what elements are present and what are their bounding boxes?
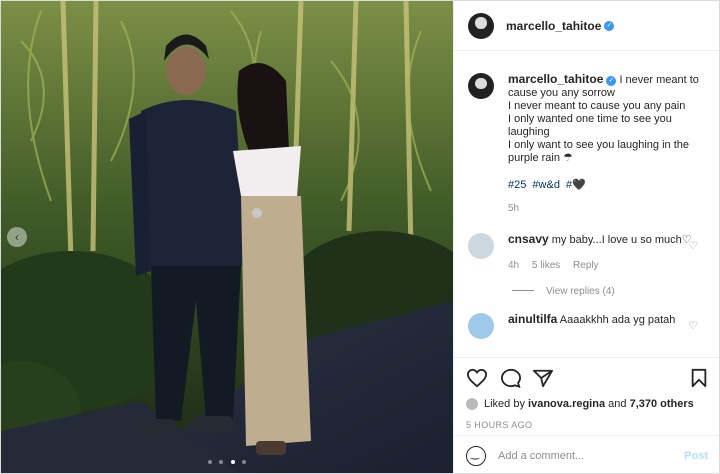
comment-item: cnsavy my baby...I love u so much♡ 4h 5 …	[454, 233, 719, 272]
comment-body: ainultilfa Aaaakkhh ada yg patah	[508, 313, 694, 339]
likes-prefix: Liked by	[484, 398, 525, 410]
commenter-username[interactable]: cnsavy	[508, 232, 549, 246]
liker-username[interactable]: ivanova.regina	[528, 398, 605, 410]
comment-item: ainultilfa Aaaakkhh ada yg patah ♡	[454, 313, 719, 339]
view-replies-button[interactable]: View replies (4)	[512, 286, 719, 297]
comment-meta: 4h 5 likes Reply	[508, 259, 694, 272]
caption-line: I only wanted one time to see you laughi…	[508, 113, 672, 138]
post-actions: Liked by ivanova.regina and 7,370 others…	[454, 357, 719, 430]
add-comment-bar: Post	[454, 435, 719, 473]
carousel-dot	[241, 460, 246, 464]
hashtag-link[interactable]: #🖤	[566, 179, 586, 191]
carousel-dot-active	[230, 460, 235, 464]
verified-badge-icon: ✓	[606, 76, 617, 86]
post-header: marcello_tahitoe ✓	[454, 1, 719, 51]
comment-body: cnsavy my baby...I love u so much♡ 4h 5 …	[508, 233, 694, 272]
caption: marcello_tahitoe ✓ I never meant to cause…	[454, 51, 719, 215]
add-comment-input[interactable]	[498, 449, 678, 462]
commenter-avatar[interactable]	[468, 313, 494, 339]
likes-others[interactable]: 7,370 others	[630, 398, 694, 410]
likes-summary: Liked by ivanova.regina and 7,370 others	[466, 398, 708, 410]
post-side-panel: marcello_tahitoe ✓ marcello_tahitoe ✓ I n…	[453, 1, 719, 473]
caption-avatar[interactable]	[468, 73, 494, 99]
carousel-dot	[219, 460, 224, 464]
hashtag-link[interactable]: #25	[508, 179, 526, 191]
commenter-avatar[interactable]	[468, 233, 494, 259]
carousel-prev-icon[interactable]: ‹	[7, 227, 27, 247]
post-comment-button[interactable]: Post	[684, 450, 708, 462]
liker-avatar	[466, 398, 478, 410]
photo-scene	[1, 1, 453, 473]
comment-time: 4h	[508, 260, 520, 271]
comment-like-heart-icon[interactable]: ♡	[688, 319, 698, 332]
carousel-dot	[208, 460, 213, 464]
comment-likes[interactable]: 5 likes	[532, 260, 560, 271]
commenter-username[interactable]: ainultilfa	[508, 312, 557, 326]
post-photo[interactable]: ‹	[1, 1, 453, 473]
comment-text: my baby...I love u so much♡	[551, 234, 692, 246]
caption-line: I never meant to cause you any pain	[508, 100, 686, 112]
caption-hashtags: #25 #w&d #🖤	[508, 179, 706, 192]
save-bookmark-icon[interactable]	[690, 368, 708, 388]
carousel-dots	[1, 455, 453, 467]
author-username[interactable]: marcello_tahitoe	[506, 19, 601, 33]
likes-middle: and	[608, 398, 627, 410]
comment-bubble-icon[interactable]	[500, 368, 522, 388]
reply-button[interactable]: Reply	[573, 260, 599, 271]
caption-time: 5h	[508, 203, 520, 214]
comment-like-heart-icon[interactable]: ♡	[688, 239, 698, 252]
share-paper-plane-icon[interactable]	[532, 368, 554, 388]
caption-line: I only want to see you laughing in the p…	[508, 139, 690, 164]
hashtag-link[interactable]: #w&d	[532, 179, 560, 191]
post-dialog: ‹ marcello_tahitoe ✓ marcello_tahitoe ✓ I…	[0, 0, 720, 474]
caption-username[interactable]: marcello_tahitoe	[508, 72, 603, 86]
comment-text: Aaaakkhh ada yg patah	[559, 314, 676, 326]
author-avatar[interactable]	[468, 12, 494, 39]
action-icons	[466, 366, 708, 390]
verified-badge-icon: ✓	[604, 20, 615, 31]
post-timestamp[interactable]: 5 HOURS AGO	[466, 420, 708, 430]
emoji-picker-icon[interactable]	[466, 445, 486, 466]
comments-list[interactable]: marcello_tahitoe ✓ I never meant to cause…	[454, 51, 719, 357]
caption-body: marcello_tahitoe ✓ I never meant to cause…	[508, 73, 706, 215]
like-heart-icon[interactable]	[466, 368, 488, 388]
